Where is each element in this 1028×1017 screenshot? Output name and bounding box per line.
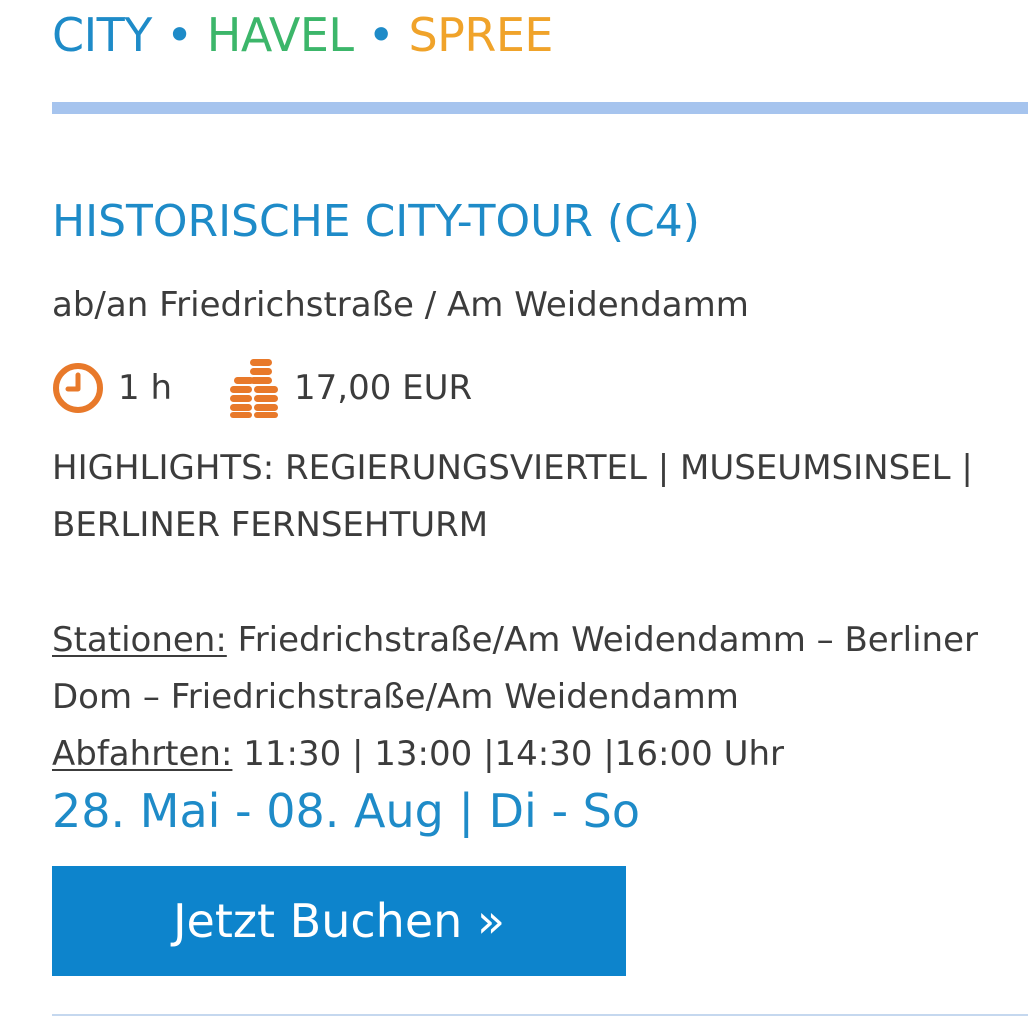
tour-schedule: Stationen: Friedrichstraße/Am Weidendamm… — [52, 612, 1028, 783]
brand-havel: HAVEL — [206, 8, 354, 62]
header-divider — [52, 102, 1028, 114]
price-value: 17,00 EUR — [294, 368, 473, 408]
brand-separator: • — [151, 8, 207, 62]
brand-separator: • — [353, 8, 409, 62]
brand-spree: SPREE — [408, 8, 553, 62]
book-now-button[interactable]: Jetzt Buchen » — [52, 866, 626, 976]
clock-icon — [53, 363, 103, 413]
tour-highlights: HIGHLIGHTS: REGIERUNGSVIERTEL | MUSEUMSI… — [52, 448, 973, 545]
departures-label: Abfahrten: — [52, 734, 233, 774]
tour-title: HISTORISCHE CITY-TOUR (C4) — [52, 196, 700, 247]
stations-label: Stationen: — [52, 620, 227, 660]
season-dates: 28. Mai - 08. Aug | Di - So — [52, 784, 641, 838]
coins-icon — [230, 359, 278, 418]
brand-logo: CITY • HAVEL • SPREE — [52, 6, 553, 64]
duration-value: 1 h — [118, 368, 172, 408]
departures-value: 11:30 | 13:00 |14:30 |16:00 Uhr — [232, 734, 784, 774]
tour-meta: 1 h 17,00 EUR — [52, 356, 472, 420]
footer-divider — [52, 1014, 1028, 1016]
brand-city: CITY — [52, 8, 152, 62]
departure-point: ab/an Friedrichstraße / Am Weidendamm — [52, 285, 749, 325]
